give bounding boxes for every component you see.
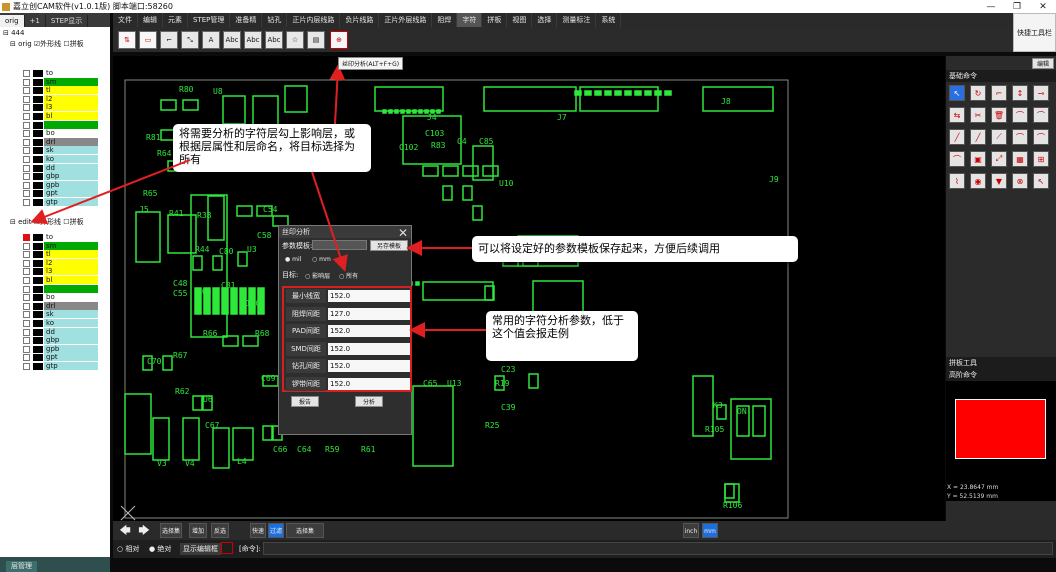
arrow-to-target xyxy=(311,171,348,272)
arrow-to-tooltip xyxy=(329,64,346,125)
tooltip: 丝印分析(ALT+F+G) xyxy=(338,57,404,70)
arrow-to-layer xyxy=(30,159,191,225)
arrow-overlay xyxy=(30,64,486,338)
